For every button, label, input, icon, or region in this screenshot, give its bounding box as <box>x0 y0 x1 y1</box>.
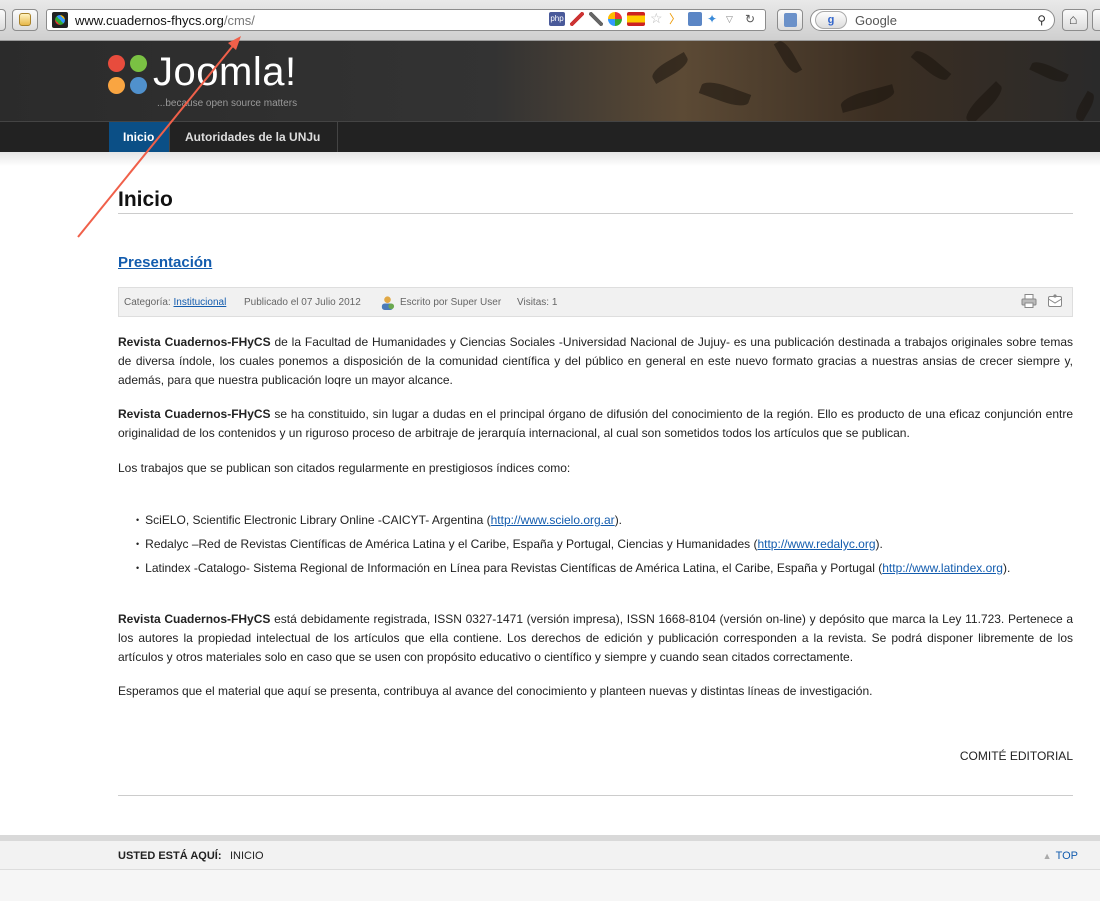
site-favicon-icon <box>52 12 68 28</box>
star-bookmark-icon[interactable]: ☆ <box>650 11 664 26</box>
spain-flag-icon[interactable] <box>627 12 645 26</box>
author-icon <box>381 296 395 310</box>
indices-list: SciELO, Scientific Electronic Library On… <box>136 510 1010 582</box>
google-engine-icon[interactable]: g <box>815 11 847 29</box>
site-logo-text[interactable]: Joomla! <box>153 50 297 95</box>
dropdown-arrow-icon[interactable]: ▽ <box>726 12 740 26</box>
header-foliage-decoration <box>610 41 1100 121</box>
home-button-icon[interactable]: ⌂ <box>1062 9 1088 31</box>
meta-published: Publicado el 07 Julio 2012 <box>244 297 361 308</box>
breadcrumb-label: USTED ESTÁ AQUÍ: <box>118 850 222 862</box>
rss-addon-icon[interactable]: 〉 <box>669 12 683 26</box>
screenshot-addon-icon[interactable] <box>688 12 702 26</box>
intro-paragraph: Revista Cuadernos-FHyCS de la Facultad d… <box>118 335 1073 387</box>
logo-tagline: ...because open source matters <box>157 98 298 109</box>
title-divider <box>118 213 1073 214</box>
back-menu-button[interactable] <box>0 9 6 31</box>
address-bar[interactable]: www.cuadernos-fhycs.org/cms/ php ☆ 〉 ✦ ▽… <box>46 9 766 31</box>
page-title: Inicio <box>118 188 173 211</box>
twitter-addon-icon[interactable]: ✦ <box>707 12 721 26</box>
addon-icons: php ☆ 〉 ✦ ▽ ↻ <box>549 11 759 26</box>
latindex-link[interactable]: http://www.latindex.org <box>882 561 1003 575</box>
constitution-paragraph: Revista Cuadernos-FHyCS se ha constituid… <box>118 407 1073 440</box>
list-item: SciELO, Scientific Electronic Library On… <box>136 510 1010 534</box>
up-arrow-icon: ▲ <box>1042 851 1052 861</box>
wrench-addon-icon[interactable] <box>589 12 603 26</box>
scielo-link[interactable]: http://www.scielo.org.ar <box>491 513 615 527</box>
footer <box>0 870 1100 901</box>
nav-item-autoridades[interactable]: Autoridades de la UNJu <box>171 122 338 153</box>
nav-item-inicio[interactable]: Inicio <box>109 122 170 153</box>
article-meta-bar: Categoría: Institucional Publicado el 07… <box>118 287 1073 317</box>
browser-toolbar: www.cuadernos-fhycs.org/cms/ php ☆ 〉 ✦ ▽… <box>0 0 1100 41</box>
breadcrumb: USTED ESTÁ AQUÍ: INICIO ▲ TOP <box>0 841 1100 870</box>
meta-author: Escrito por Super User <box>400 297 502 308</box>
article-title-link[interactable]: Presentación <box>118 254 212 271</box>
php-addon-icon[interactable]: php <box>549 12 565 26</box>
list-item: Latindex -Catalogo- Sistema Regional de … <box>136 558 1010 582</box>
print-icon[interactable] <box>1021 294 1037 308</box>
joomla-logo-icon[interactable] <box>108 55 150 97</box>
closing-paragraph: Esperamos que el material que aquí se pr… <box>118 684 873 698</box>
search-bar[interactable]: g Google ⚲ <box>810 9 1055 31</box>
search-magnifier-icon[interactable]: ⚲ <box>1037 13 1046 27</box>
article-bottom-divider <box>118 795 1073 796</box>
registration-paragraph: Revista Cuadernos-FHyCS está debidamente… <box>118 612 1074 664</box>
meta-hits: Visitas: 1 <box>517 297 558 308</box>
main-nav: Inicio Autoridades de la UNJu <box>0 121 1100 153</box>
extra-toolbar-button[interactable] <box>1092 9 1100 31</box>
tabs-icon[interactable] <box>12 9 38 31</box>
list-item: Redalyc –Red de Revistas Científicas de … <box>136 534 1010 558</box>
back-to-top-link[interactable]: ▲ TOP <box>1043 850 1078 862</box>
search-input[interactable]: Google <box>855 13 897 28</box>
page-info-icon[interactable] <box>777 9 803 31</box>
editorial-signature: COMITÉ EDITORIAL <box>959 749 1073 763</box>
content-top-shadow <box>0 152 1100 166</box>
email-icon[interactable] <box>1047 294 1063 308</box>
reload-icon[interactable]: ↻ <box>745 12 759 26</box>
url-text[interactable]: www.cuadernos-fhycs.org/cms/ <box>75 13 255 28</box>
redalyc-link[interactable]: http://www.redalyc.org <box>757 537 875 551</box>
meta-category: Categoría: Institucional <box>124 297 227 308</box>
breadcrumb-current: INICIO <box>230 850 264 862</box>
pen-addon-icon[interactable] <box>570 12 584 26</box>
category-link[interactable]: Institucional <box>173 297 226 308</box>
indices-intro-paragraph: Los trabajos que se publican son citados… <box>118 461 571 475</box>
joomla-addon-icon[interactable] <box>608 12 622 26</box>
